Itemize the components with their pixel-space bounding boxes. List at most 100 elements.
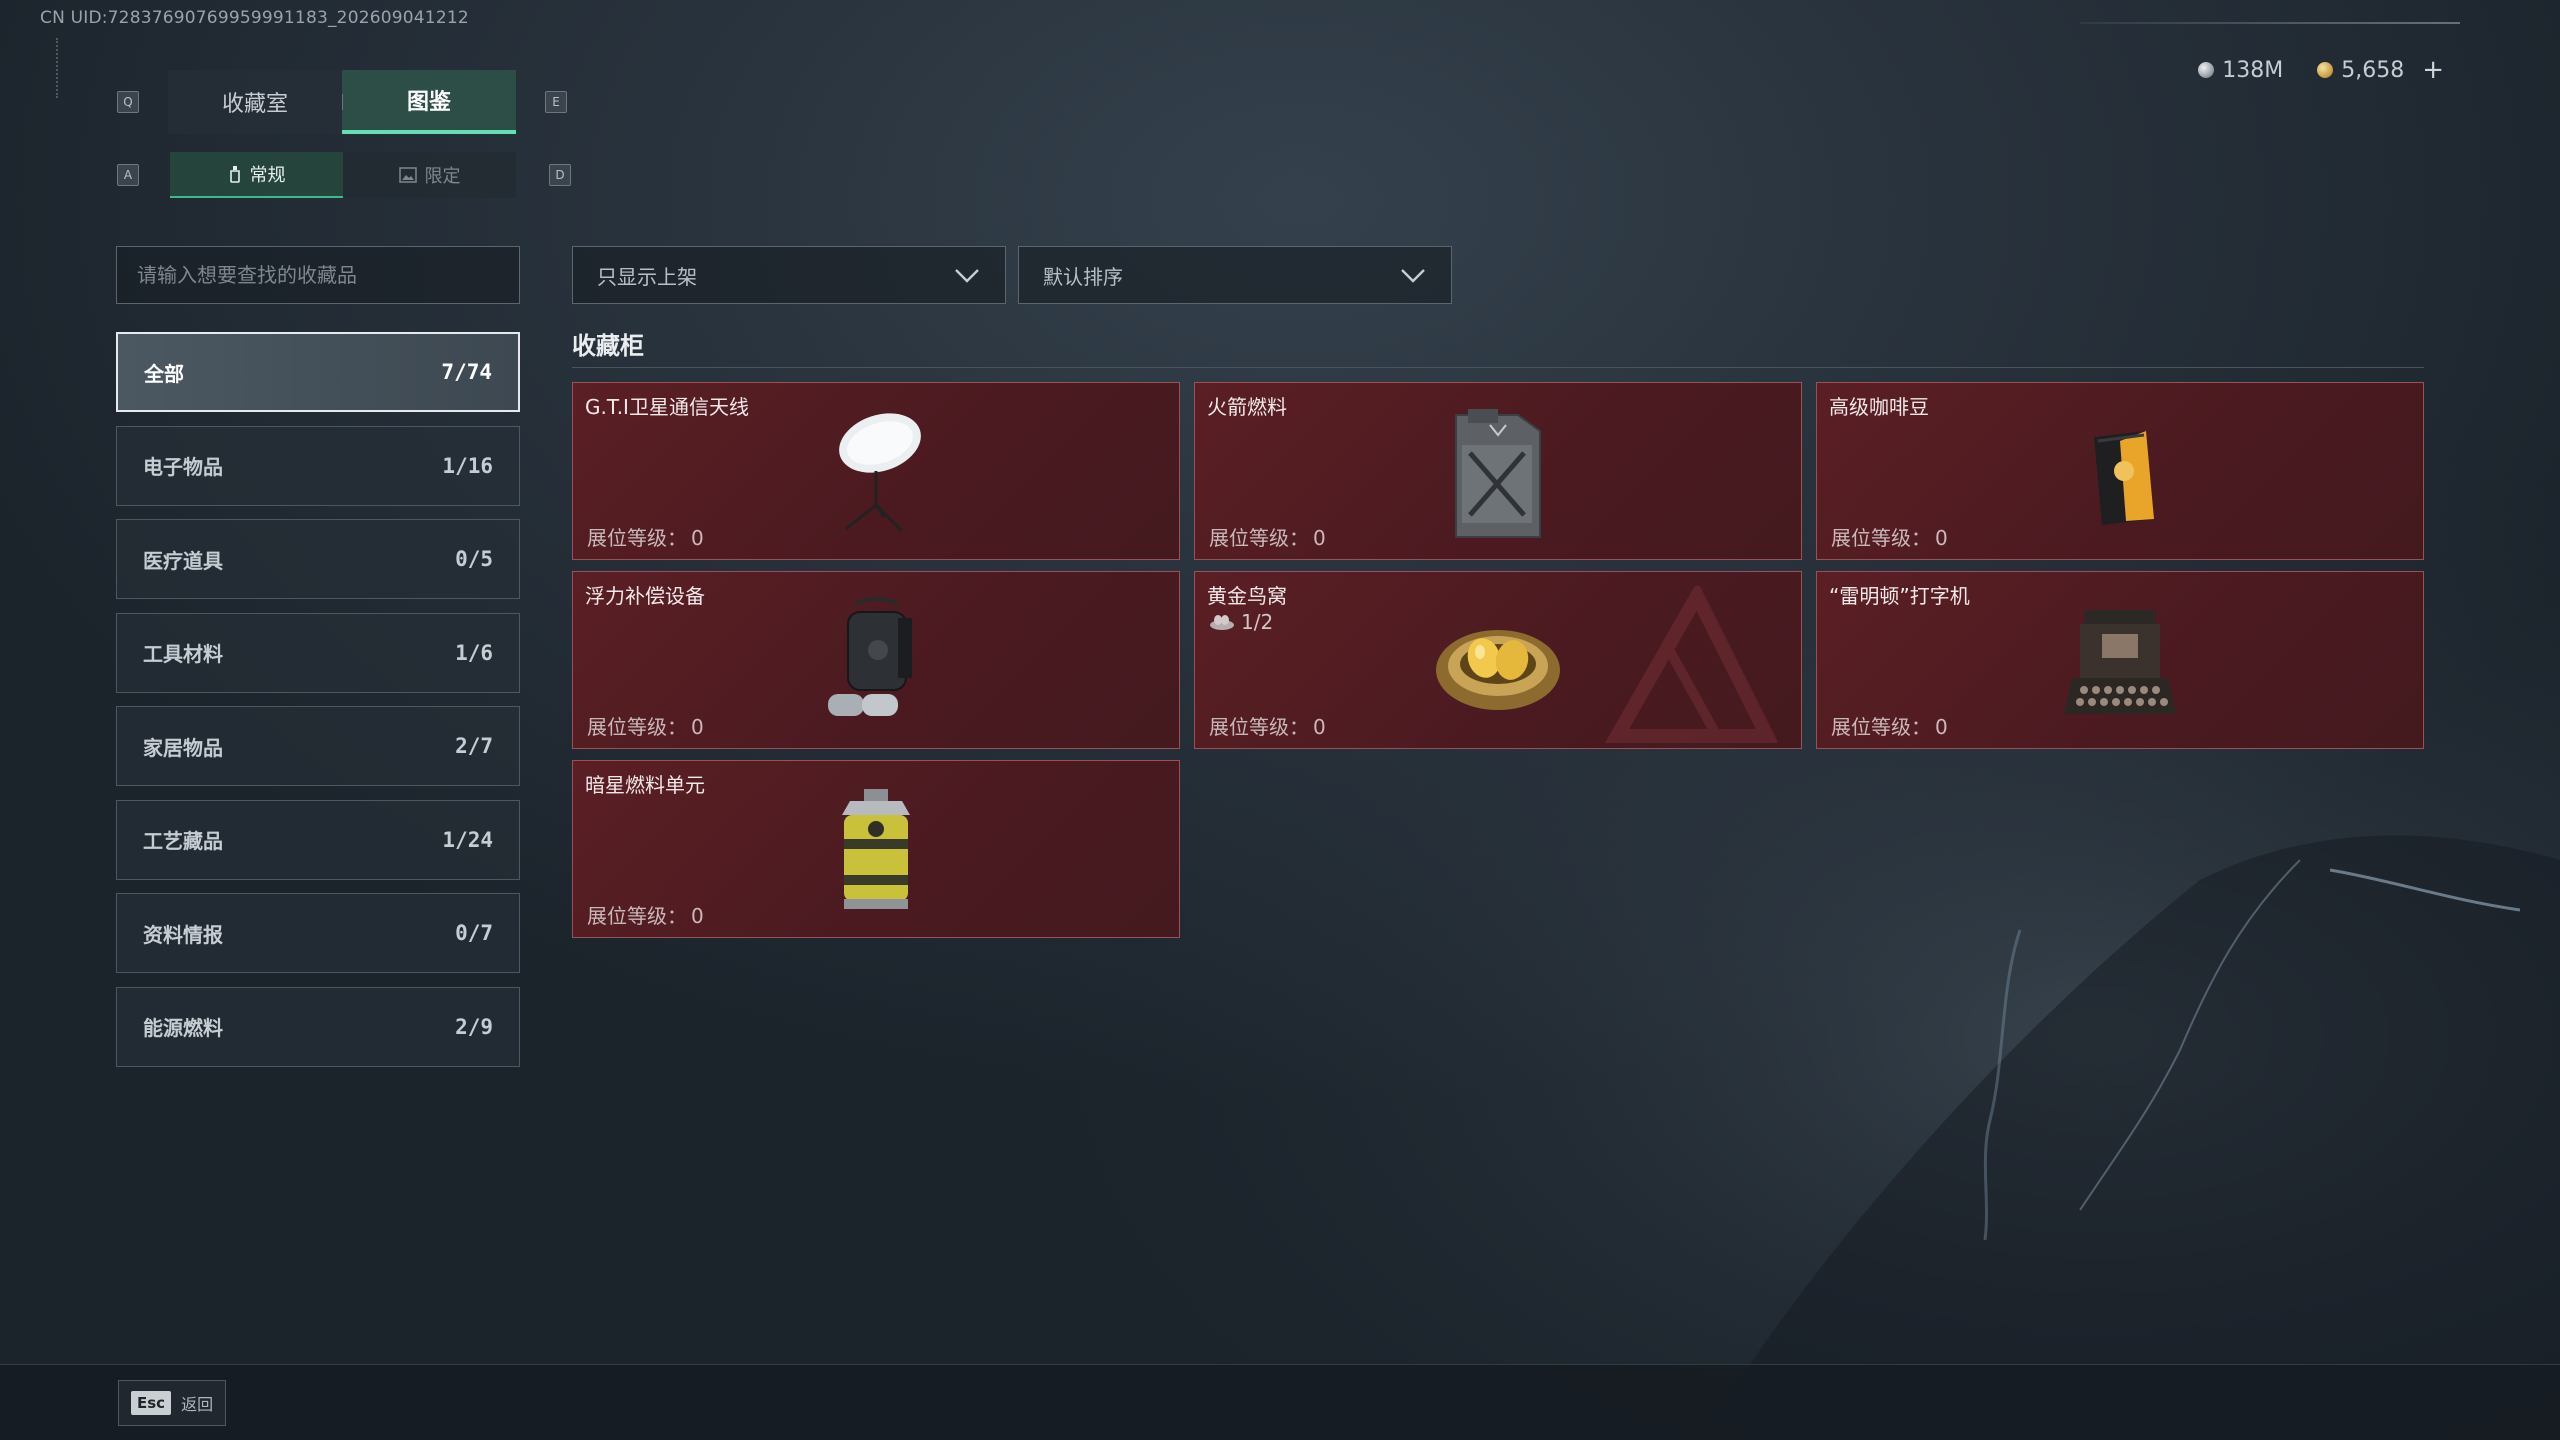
- nest-progress-icon: [1210, 615, 1234, 630]
- category-list: 全部 7/74 电子物品 1/16 医疗道具 0/5 工具材料 1/6 家居物品…: [116, 332, 520, 1080]
- display-level: 展位等级： 0: [1209, 522, 1326, 551]
- item-name: 高级咖啡豆: [1829, 395, 1929, 419]
- category-count: 0/7: [455, 921, 493, 945]
- key-hint-a: A: [117, 164, 139, 186]
- level-label: 展位等级：: [587, 904, 687, 928]
- level-label: 展位等级：: [1209, 715, 1309, 739]
- category-label: 全部: [144, 361, 184, 386]
- dropdown-value: 只显示上架: [597, 264, 697, 289]
- category-count: 2/7: [455, 734, 493, 758]
- display-level: 展位等级： 0: [1209, 711, 1326, 740]
- subtab-label: 限定: [424, 166, 461, 187]
- level-label: 展位等级：: [587, 526, 687, 550]
- bottom-bar: [0, 1364, 2560, 1440]
- tab-collection-room[interactable]: 收藏室: [168, 70, 342, 134]
- silver-currency: 138M: [2198, 58, 2283, 83]
- main-tabs: 收藏室 图鉴: [168, 70, 516, 134]
- category-label: 能源燃料: [143, 1016, 223, 1040]
- typewriter-icon: [2064, 610, 2176, 714]
- esc-key-hint: Esc: [131, 1391, 172, 1415]
- level-value: 0: [1935, 715, 1948, 739]
- logo-watermark-icon: [1604, 586, 1777, 743]
- category-household[interactable]: 家居物品 2/7: [116, 706, 520, 786]
- display-level: 展位等级： 0: [587, 522, 704, 551]
- currency-divider: [2080, 22, 2460, 24]
- category-electronics[interactable]: 电子物品 1/16: [116, 425, 520, 506]
- display-level: 展位等级： 0: [587, 900, 704, 929]
- shelf-filter-dropdown[interactable]: 只显示上架: [572, 246, 1006, 304]
- tab-label: 收藏室: [221, 92, 288, 117]
- category-crafts[interactable]: 工艺藏品 1/24: [116, 799, 520, 880]
- subtab-limited[interactable]: 限定: [343, 152, 516, 198]
- user-id-label: CN UID:72837690769959991183_202609041212: [40, 8, 469, 28]
- collection-card[interactable]: 暗星燃料单元 展位等级： 0: [572, 760, 1180, 938]
- silver-amount: 138M: [2222, 57, 2284, 83]
- level-value: 0: [1935, 526, 1948, 550]
- level-value: 0: [1313, 526, 1326, 550]
- display-level: 展位等级： 0: [587, 711, 704, 740]
- key-hint-e: E: [545, 91, 567, 113]
- category-count: 0/5: [455, 547, 493, 571]
- chevron-down-icon: [1401, 269, 1425, 283]
- level-label: 展位等级：: [587, 715, 687, 739]
- dropdown-value: 默认排序: [1043, 264, 1123, 289]
- item-name: 火箭燃料: [1207, 395, 1287, 419]
- silver-coin-icon: [2198, 62, 2215, 78]
- category-label: 工艺藏品: [143, 829, 223, 853]
- sub-tabs: 常规 限定: [170, 152, 516, 198]
- category-tools[interactable]: 工具材料 1/6: [116, 612, 520, 693]
- level-label: 展位等级：: [1831, 526, 1931, 550]
- collection-card[interactable]: 黄金鸟窝 1/2 展位等级： 0: [1194, 571, 1802, 749]
- sort-dropdown[interactable]: 默认排序: [1018, 246, 1452, 304]
- category-count: 1/6: [455, 640, 493, 665]
- tab-label: 图鉴: [406, 90, 451, 115]
- level-label: 展位等级：: [1209, 526, 1309, 550]
- tab-separator: [342, 94, 343, 110]
- add-currency-button[interactable]: +: [2422, 55, 2444, 85]
- gold-currency: 5,658 +: [2317, 55, 2444, 85]
- category-all[interactable]: 全部 7/74: [116, 332, 520, 412]
- key-hint-q: Q: [117, 91, 139, 113]
- collection-grid: G.T.I卫星通信天线 展位等级： 0 火箭燃料 展位等级： 0 高级咖啡豆 展…: [572, 382, 2424, 938]
- satellite-dish-icon: [839, 413, 921, 533]
- collection-card[interactable]: 浮力补偿设备 展位等级： 0: [572, 571, 1180, 749]
- back-label: 返回: [181, 1395, 214, 1414]
- collection-card[interactable]: G.T.I卫星通信天线 展位等级： 0: [572, 382, 1180, 560]
- gold-amount: 5,658: [2341, 57, 2405, 83]
- category-label: 资料情报: [143, 922, 223, 947]
- category-label: 电子物品: [143, 455, 223, 479]
- item-name: 黄金鸟窝: [1207, 584, 1287, 608]
- fuel-cell-icon: [842, 789, 910, 909]
- category-label: 医疗道具: [143, 548, 223, 573]
- tab-codex[interactable]: 图鉴: [342, 70, 516, 134]
- collection-card[interactable]: 高级咖啡豆 展位等级： 0: [1816, 382, 2424, 560]
- category-count: 7/74: [441, 360, 492, 384]
- display-level: 展位等级： 0: [1831, 711, 1948, 740]
- display-level: 展位等级： 0: [1831, 522, 1948, 551]
- fuel-canister-icon: [1455, 409, 1541, 538]
- category-count: 2/9: [455, 1014, 493, 1039]
- category-count: 1/16: [442, 453, 493, 478]
- category-intel[interactable]: 资料情报 0/7: [116, 893, 520, 973]
- level-value: 0: [691, 715, 704, 739]
- back-button[interactable]: Esc 返回: [118, 1380, 227, 1426]
- collection-card[interactable]: “雷明顿”打字机 展位等级： 0: [1816, 571, 2424, 749]
- collection-card[interactable]: 火箭燃料 展位等级： 0: [1194, 382, 1802, 560]
- section-title: 收藏柜: [572, 332, 644, 360]
- progress-value: 1/2: [1241, 610, 1274, 634]
- buoyancy-device-icon: [828, 597, 912, 716]
- category-medical[interactable]: 医疗道具 0/5: [116, 519, 520, 599]
- level-value: 0: [691, 526, 704, 550]
- search-input[interactable]: [116, 246, 520, 304]
- subtab-regular[interactable]: 常规: [170, 152, 343, 198]
- golden-nest-icon: [1436, 630, 1560, 710]
- category-count: 1/24: [442, 827, 493, 852]
- key-hint-d: D: [549, 164, 571, 186]
- category-energy[interactable]: 能源燃料 2/9: [116, 986, 520, 1067]
- subtab-label: 常规: [249, 165, 286, 186]
- bottle-icon: [229, 166, 240, 183]
- currency-bar: 138M 5,658 +: [2182, 50, 2460, 90]
- item-progress: 1/2: [1209, 610, 1273, 634]
- category-label: 家居物品: [143, 735, 223, 760]
- corner-decoration: [56, 38, 68, 98]
